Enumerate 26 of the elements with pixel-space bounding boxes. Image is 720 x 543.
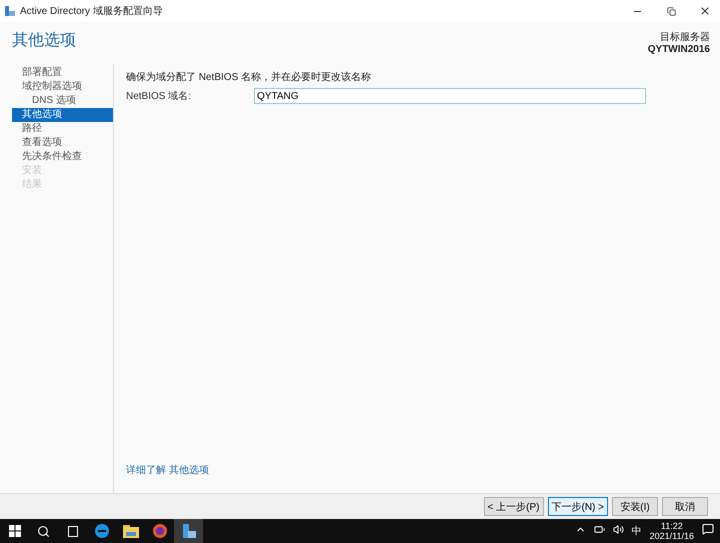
- window-title: Active Directory 域服务配置向导: [20, 4, 164, 18]
- instruction-text: 确保为域分配了 NetBIOS 名称，并在必要时更改该名称: [126, 70, 372, 84]
- nav-item[interactable]: 其他选项: [12, 108, 113, 122]
- target-label: 目标服务器: [660, 30, 710, 44]
- clock-date[interactable]: 2021/11/16: [650, 531, 694, 541]
- restore-icon[interactable]: [666, 6, 676, 16]
- nav-item[interactable]: 部署配置: [12, 66, 113, 80]
- nav-item[interactable]: 先决条件检查: [12, 150, 113, 164]
- server-icon: [4, 5, 16, 17]
- wizard-button[interactable]: 取消: [662, 497, 708, 516]
- wizard-button[interactable]: 下一步(N) >: [548, 497, 608, 516]
- wizard-button[interactable]: < 上一步(P): [484, 497, 544, 516]
- wizard-button[interactable]: 安装(I): [612, 497, 658, 516]
- server-manager-icon[interactable]: [174, 519, 203, 543]
- nav-item[interactable]: 域控制器选项: [12, 80, 113, 94]
- ime-indicator[interactable]: 中: [632, 524, 642, 538]
- target-server-name: QYTWIN2016: [648, 44, 710, 55]
- netbios-input-field[interactable]: QYTANG: [254, 88, 646, 104]
- nav-item[interactable]: DNS 选项: [12, 94, 113, 108]
- clock-time[interactable]: 11:22: [660, 521, 683, 531]
- nav-item[interactable]: 路径: [12, 122, 113, 136]
- field-label: NetBIOS 域名:: [126, 90, 192, 103]
- page-title: 其他选项: [12, 30, 76, 51]
- close-icon[interactable]: [699, 5, 711, 17]
- nav-item[interactable]: 查看选项: [12, 136, 113, 150]
- help-link[interactable]: 详细了解 其他选项: [126, 463, 708, 477]
